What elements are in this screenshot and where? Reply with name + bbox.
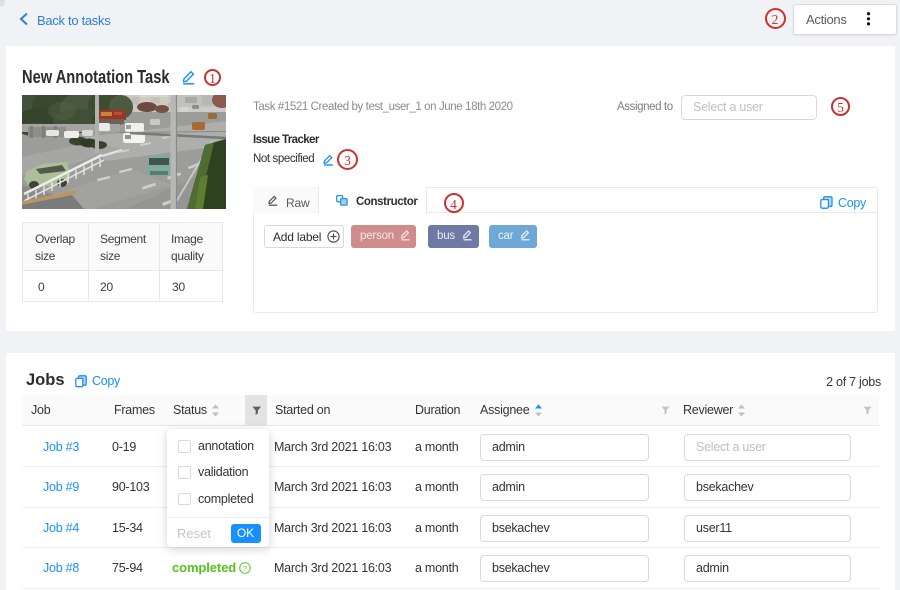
svg-text:?: ?: [243, 564, 247, 573]
